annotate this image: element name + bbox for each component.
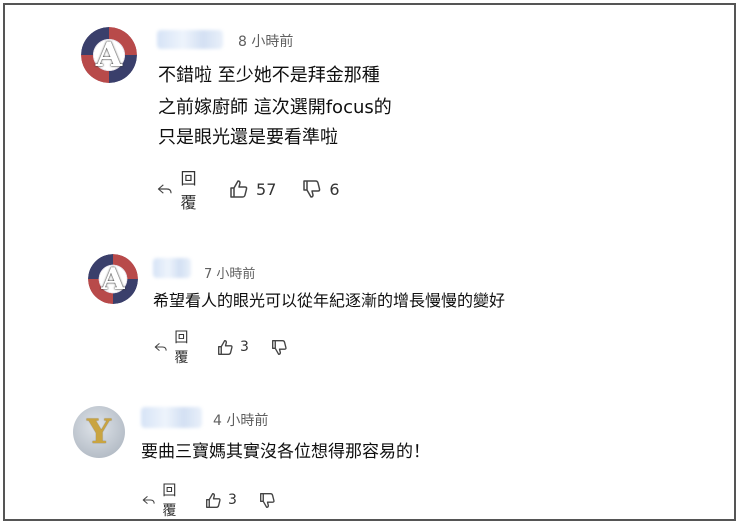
like-count: 3 <box>228 492 237 508</box>
avatar-letter: Y <box>86 412 112 452</box>
reply-button[interactable]: 回覆 <box>142 480 182 520</box>
reply-label: 回覆 <box>174 330 189 366</box>
avatar-letter: A <box>95 35 123 75</box>
comment-text-line: 要曲三寶媽其實沒各位想得那容易的！ <box>141 442 430 462</box>
user-avatar[interactable]: Y <box>73 406 125 458</box>
comment-time[interactable]: 8 小時前 <box>238 31 293 51</box>
reply-label: 回覆 <box>180 169 197 212</box>
comment-text-line: 之前嫁廚師 這次選開focus的 <box>158 97 392 118</box>
thumbs-down-icon <box>303 180 321 198</box>
thumbs-down-icon <box>271 339 287 355</box>
reply-arrow-icon <box>157 184 172 194</box>
avatar-letter: A <box>101 261 125 297</box>
user-avatar[interactable]: A <box>81 27 137 83</box>
reply-label: 回覆 <box>162 483 177 519</box>
comment-text-line: 希望看人的眼光可以從年紀逐漸的增長慢慢的變好 <box>153 291 506 310</box>
username-redacted[interactable] <box>153 258 191 278</box>
dislike-button[interactable] <box>259 492 276 509</box>
comment-text-line: 只是眼光還是要看準啦 <box>158 127 338 148</box>
thumbs-up-icon <box>218 339 233 355</box>
comment-time[interactable]: 4 小時前 <box>213 410 268 430</box>
dislike-count: 6 <box>329 179 340 199</box>
comment-text-line: 不錯啦 至少她不是拜金那種 <box>158 65 380 86</box>
dislike-button[interactable] <box>271 339 288 356</box>
dislike-button[interactable]: 6 <box>302 179 340 199</box>
like-count: 57 <box>256 179 277 199</box>
reply-arrow-icon <box>142 495 155 505</box>
thumbs-up-icon <box>206 492 221 508</box>
reply-button[interactable]: 回覆 <box>154 327 194 367</box>
comment-time[interactable]: 7 小時前 <box>204 263 255 282</box>
user-avatar[interactable]: A <box>88 254 138 304</box>
like-button[interactable]: 3 <box>217 339 249 356</box>
like-button[interactable]: 57 <box>229 179 276 199</box>
thumbs-down-icon <box>259 492 275 508</box>
thumbs-up-icon <box>230 180 248 198</box>
like-count: 3 <box>240 339 249 355</box>
reply-arrow-icon <box>154 342 167 352</box>
reply-button[interactable]: 回覆 <box>157 165 203 213</box>
username-redacted[interactable] <box>141 407 202 428</box>
like-button[interactable]: 3 <box>205 492 237 509</box>
username-redacted[interactable] <box>157 30 223 49</box>
